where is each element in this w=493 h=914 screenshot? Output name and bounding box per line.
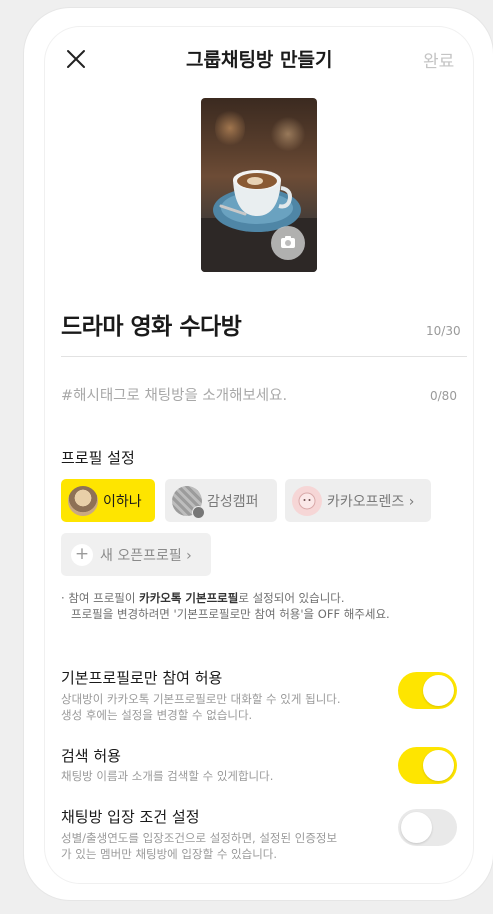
- profile-chip-label: 감성캠퍼: [207, 493, 259, 510]
- plus-icon: +: [71, 543, 93, 566]
- new-open-profile-button[interactable]: + 새 오픈프로필 ›: [61, 533, 211, 576]
- profile-chip-ihana[interactable]: 이하나: [61, 479, 155, 522]
- avatar: [172, 485, 205, 519]
- toggle-entry-condition[interactable]: [398, 809, 457, 846]
- profile-chip-label: 이하나: [103, 493, 142, 510]
- option-title-search: 검색 허용: [61, 747, 121, 765]
- toggle-basic-profile-only[interactable]: [398, 672, 457, 709]
- option-desc-basic-profile: 상대방이 카카오톡 기본프로필로만 대화할 수 있게 됩니다. 생성 후에는 설…: [61, 692, 341, 722]
- profile-chip-kakaofriends[interactable]: 카카오프렌즈 ›: [285, 479, 431, 522]
- profile-section-title: 프로필 설정: [61, 449, 135, 467]
- camera-icon: [281, 236, 295, 248]
- room-name-counter: 10/30: [426, 324, 461, 338]
- done-button[interactable]: 완료: [423, 47, 454, 72]
- option-desc-search: 채팅방 이름과 소개를 검색할 수 있게합니다.: [61, 769, 274, 783]
- change-photo-button[interactable]: [271, 226, 305, 260]
- option-title-entry-condition: 채팅방 입장 조건 설정: [61, 808, 200, 826]
- room-name-input[interactable]: 드라마 영화 수다방: [61, 307, 242, 341]
- new-profile-label: 새 오픈프로필 ›: [100, 547, 192, 564]
- hashtag-input[interactable]: #해시태그로 채팅방을 소개해보세요.: [61, 384, 287, 405]
- profile-note: · 참여 프로필이 카카오톡 기본프로필로 설정되어 있습니다. 프로필을 변경…: [61, 591, 390, 621]
- option-desc-entry-condition: 성별/출생연도를 입장조건으로 설정하면, 설정된 인증정보 가 있는 멤버만 …: [61, 831, 338, 861]
- divider: [61, 356, 467, 357]
- toggle-search-allowed[interactable]: [398, 747, 457, 784]
- profile-chip-label: 카카오프렌즈 ›: [327, 493, 415, 510]
- profile-chip-gamseong[interactable]: 감성캠퍼: [165, 479, 277, 522]
- close-icon[interactable]: [63, 46, 89, 72]
- option-title-basic-profile: 기본프로필로만 참여 허용: [61, 669, 223, 687]
- avatar: [68, 485, 98, 516]
- page-title: 그룹채팅방 만들기: [186, 49, 333, 71]
- hashtag-counter: 0/80: [430, 389, 457, 403]
- avatar: [292, 485, 322, 516]
